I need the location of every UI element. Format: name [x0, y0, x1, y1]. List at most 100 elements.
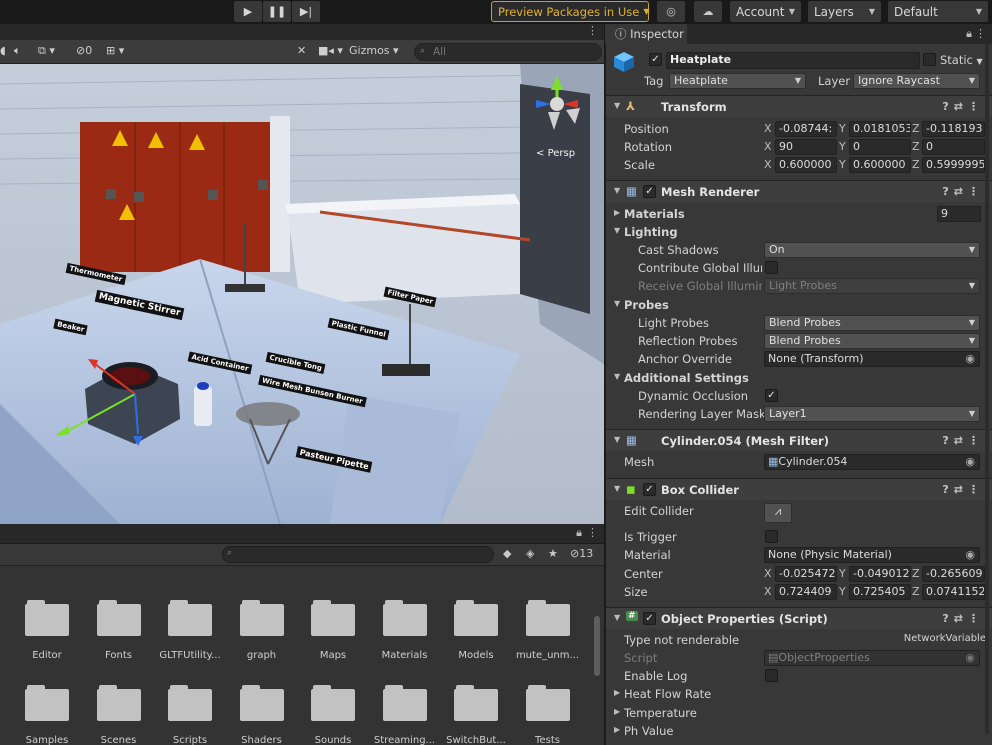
lock-icon[interactable]: 🔒︎ — [966, 27, 972, 41]
folder-item[interactable]: Editor — [11, 600, 83, 661]
account-dropdown[interactable]: Account ▼ — [730, 1, 801, 22]
mesh-filter-header[interactable]: ▼ ▦ Cylinder.054 (Mesh Filter) ?⇄⋮ — [606, 429, 992, 451]
audio-icon[interactable]: 🔈︎ — [14, 44, 21, 58]
object-properties-header[interactable]: ▼ # ✓ Object Properties (Script) ?⇄⋮ — [606, 607, 992, 629]
rendering-layer-mask-dropdown[interactable]: Layer1 ▼ — [764, 406, 980, 422]
component-actions[interactable]: ?⇄⋮ — [942, 100, 984, 113]
reflection-probes-dropdown[interactable]: Blend Probes ▼ — [764, 333, 980, 349]
folder-item[interactable]: Maps — [297, 600, 369, 661]
collider-material-field[interactable]: None (Physic Material) ◉ — [764, 547, 980, 563]
collab-button[interactable]: ◎ — [657, 1, 685, 22]
position-y-field[interactable]: 0.0181053 — [849, 121, 911, 137]
folder-item[interactable]: Sounds — [297, 685, 369, 745]
tag-dropdown[interactable]: Heatplate ▼ — [669, 73, 806, 89]
hidden-packages-icon[interactable]: ⊘13 — [570, 547, 593, 560]
position-x-field[interactable]: -0.08744: — [775, 121, 837, 137]
folder-item[interactable]: Streaming... — [369, 685, 441, 745]
position-z-field[interactable]: -0.118193 — [922, 121, 985, 137]
mesh-renderer-enabled-checkbox[interactable]: ✓ — [643, 185, 656, 198]
component-actions[interactable]: ?⇄⋮ — [942, 185, 984, 198]
component-actions[interactable]: ?⇄⋮ — [942, 612, 984, 625]
additional-settings-row[interactable]: ▼ Additional Settings — [606, 369, 992, 387]
folder-item[interactable]: Scenes — [83, 685, 155, 745]
scale-z-field[interactable]: 0.5999995 — [922, 157, 985, 173]
contribute-gi-checkbox[interactable] — [765, 261, 778, 274]
materials-row[interactable]: ▶ Materials 9 — [606, 205, 992, 223]
pause-button[interactable]: ❚❚ — [263, 1, 291, 22]
mesh-renderer-header[interactable]: ▼ ▦ ✓ Mesh Renderer ?⇄⋮ — [606, 180, 992, 202]
layout-dropdown[interactable]: Default ▼ — [888, 1, 988, 22]
more-menu-icon[interactable]: ⋮ — [975, 27, 986, 40]
folder-item[interactable]: Fonts — [83, 600, 155, 661]
active-checkbox[interactable]: ✓ — [649, 53, 662, 66]
project-search-input[interactable] — [222, 546, 494, 563]
folder-item[interactable]: Shaders — [226, 685, 298, 745]
rotation-z-field[interactable]: 0 — [922, 139, 985, 155]
label-icon[interactable]: ◈ — [526, 547, 534, 560]
object-picker-icon[interactable]: ◉ — [965, 455, 975, 469]
light-probes-dropdown[interactable]: Blend Probes ▼ — [764, 315, 980, 331]
dynamic-occlusion-checkbox[interactable]: ✓ — [765, 389, 778, 402]
center-x-field[interactable]: -0.025472 — [775, 566, 837, 582]
materials-count-field[interactable]: 9 — [937, 206, 981, 222]
lock-icon[interactable]: 🔒︎ — [576, 526, 582, 540]
component-actions[interactable]: ?⇄⋮ — [942, 434, 984, 447]
layer-dropdown[interactable]: Ignore Raycast ▼ — [853, 73, 980, 89]
step-button[interactable]: ▶| — [292, 1, 320, 22]
ph-value-row[interactable]: ▶ Ph Value — [606, 722, 992, 740]
effects-icon[interactable]: ⧉ ▾ — [38, 44, 55, 58]
star-icon[interactable]: ★ — [548, 547, 558, 560]
folder-item[interactable]: Tests — [512, 685, 584, 745]
inspector-scrollbar[interactable] — [985, 44, 989, 734]
scene-viewport[interactable]: < Persp Thermometer Magnetic Stirrer Cru… — [0, 64, 604, 524]
anchor-override-field[interactable]: None (Transform) ◉ — [764, 351, 980, 367]
layers-dropdown[interactable]: Layers ▼ — [808, 1, 881, 22]
cloud-button[interactable]: ☁ — [694, 1, 722, 22]
folder-item[interactable]: Models — [440, 600, 512, 661]
box-collider-header[interactable]: ▼ ◼ ✓ Box Collider ?⇄⋮ — [606, 478, 992, 500]
static-checkbox[interactable] — [923, 53, 936, 66]
lighting-row[interactable]: ▼ Lighting — [606, 223, 992, 241]
mesh-field[interactable]: ▦Cylinder.054 ◉ — [764, 454, 980, 470]
folder-item[interactable]: mute_unm... — [512, 600, 584, 661]
size-z-field[interactable]: 0.0741152 — [922, 584, 985, 600]
scene-search-input[interactable]: All — [414, 43, 602, 61]
folder-item[interactable]: graph — [226, 600, 298, 661]
cast-shadows-dropdown[interactable]: On ▼ — [764, 242, 980, 258]
hidden-objects-icon[interactable]: ⊘0 — [76, 44, 92, 57]
gizmos-dropdown[interactable]: Gizmos ▾ — [349, 44, 399, 57]
project-scrollbar[interactable] — [594, 616, 600, 676]
box-collider-enabled-checkbox[interactable]: ✓ — [643, 483, 656, 496]
edit-collider-button[interactable]: ⩘ — [764, 503, 792, 523]
object-properties-enabled-checkbox[interactable]: ✓ — [643, 612, 656, 625]
preview-packages-button[interactable]: Preview Packages in Use ▼ — [491, 1, 650, 22]
folder-item[interactable]: Materials — [369, 600, 441, 661]
scale-x-field[interactable]: 0.600000 — [775, 157, 837, 173]
component-actions[interactable]: ?⇄⋮ — [942, 483, 984, 496]
object-name-input[interactable]: Heatplate — [666, 52, 920, 69]
scale-y-field[interactable]: 0.600000 — [849, 157, 911, 173]
shading-icon[interactable]: ◖ — [0, 44, 6, 57]
play-button[interactable]: ▶ — [234, 1, 262, 22]
folder-item[interactable]: Scripts — [154, 685, 226, 745]
heat-flow-rate-row[interactable]: ▶ Heat Flow Rate — [606, 685, 992, 703]
folder-item[interactable]: Samples — [11, 685, 83, 745]
tab-inspector[interactable]: ⓘ Inspector — [605, 24, 687, 44]
rotation-y-field[interactable]: 0 — [849, 139, 911, 155]
temperature-row[interactable]: ▶ Temperature — [606, 704, 992, 722]
size-y-field[interactable]: 0.725405 — [849, 584, 911, 600]
size-x-field[interactable]: 0.724409 — [775, 584, 837, 600]
object-picker-icon[interactable]: ◉ — [965, 352, 975, 366]
transform-header[interactable]: ▼ ⅄ Transform ?⇄⋮ — [606, 95, 992, 117]
grid-icon[interactable]: ⊞ ▾ — [106, 44, 124, 57]
folder-item[interactable]: GLTFUtility... — [154, 600, 226, 661]
folder-item[interactable]: SwitchBut... — [440, 685, 512, 745]
more-menu-icon[interactable]: ⋮ — [587, 24, 598, 37]
probes-row[interactable]: ▼ Probes — [606, 296, 992, 314]
object-picker-icon[interactable]: ◉ — [965, 548, 975, 562]
tools-icon[interactable]: ✕ — [297, 44, 306, 57]
is-trigger-checkbox[interactable] — [765, 530, 778, 543]
persp-label[interactable]: < Persp — [536, 148, 575, 159]
filter-type-icon[interactable]: ◆ — [503, 547, 511, 560]
rotation-x-field[interactable]: 90 — [775, 139, 837, 155]
